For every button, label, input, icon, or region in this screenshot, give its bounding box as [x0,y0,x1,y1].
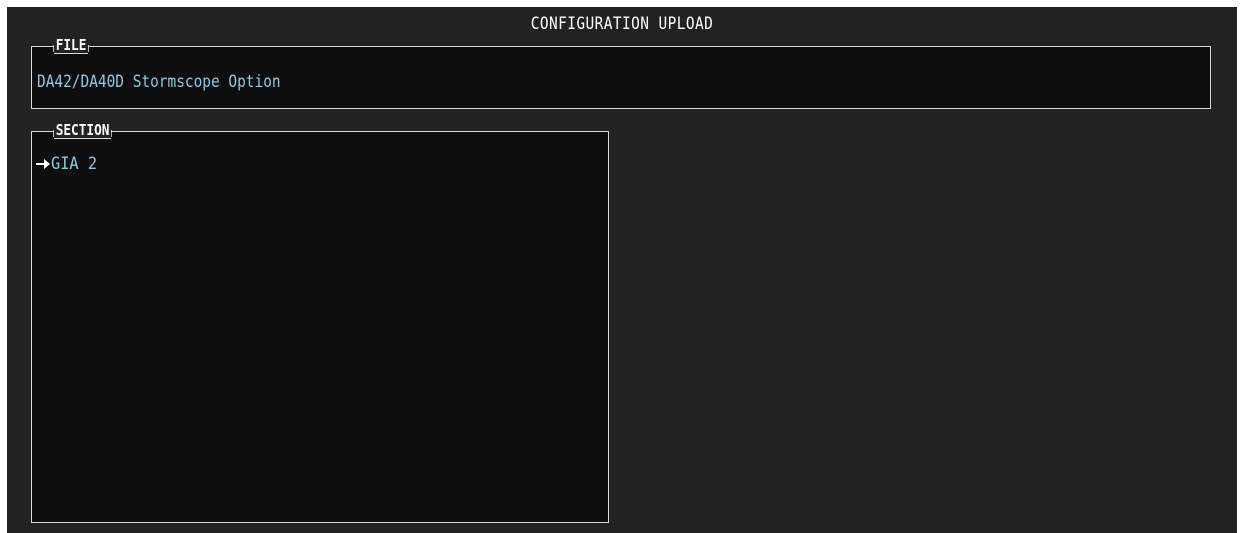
section-list-item-gia-2[interactable]: GIA 2 [36,154,102,174]
section-item-label: GIA 2 [51,154,98,174]
label-bracket-left [53,45,54,52]
page-title: CONFIGURATION UPLOAD [530,14,714,34]
label-underline [54,53,89,54]
file-label-text: FILE [55,36,87,54]
section-panel-label: SECTION [53,121,112,139]
right-arrow-icon [36,159,50,169]
file-panel: FILE DA42/DA40D Stormscope Option [31,36,1211,109]
section-panel: SECTION GIA 2 [31,121,609,523]
label-bracket-right [88,45,89,52]
section-label-text: SECTION [55,121,110,139]
label-bracket-left [53,130,54,137]
file-panel-label: FILE [53,36,89,54]
label-underline [54,138,112,139]
file-name-field[interactable]: DA42/DA40D Stormscope Option [37,72,281,92]
label-bracket-right [111,130,112,137]
config-upload-page: CONFIGURATION UPLOAD FILE DA42/DA40D Sto… [7,7,1237,533]
